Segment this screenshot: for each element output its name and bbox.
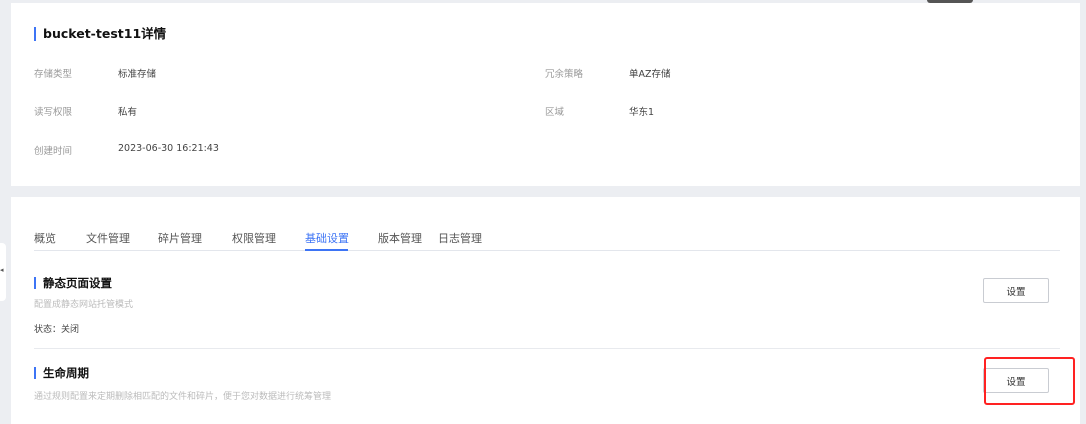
field-label-redundancy: 冗余策略 — [545, 69, 584, 80]
field-label-region: 区域 — [545, 107, 565, 118]
static-page-status: 状态：关闭 — [34, 325, 80, 335]
field-value-acl: 私有 — [118, 107, 138, 118]
static-page-desc: 配置成静态网站托管模式 — [34, 300, 134, 310]
bucket-settings-card: 概览 文件管理 碎片管理 权限管理 基础设置 版本管理 日志管理 静态页面设置 … — [11, 197, 1080, 424]
field-value-storage-type: 标准存储 — [118, 69, 157, 80]
collapse-arrow-icon: ◂ — [0, 266, 4, 274]
lifecycle-title: 生命周期 — [34, 367, 89, 379]
field-label-storage-type: 存储类型 — [34, 69, 73, 80]
tabs-divider — [34, 250, 1060, 251]
field-value-redundancy: 单AZ存储 — [629, 69, 671, 80]
highlight-box — [984, 357, 1075, 405]
bucket-detail-card: bucket-test11详情 存储类型 标准存储 冗余策略 单AZ存储 读写权… — [11, 3, 1080, 186]
tab-overview[interactable]: 概览 — [34, 230, 56, 246]
tab-permissions[interactable]: 权限管理 — [232, 230, 276, 246]
section-divider — [34, 348, 1060, 349]
static-page-settings-button[interactable]: 设置 — [983, 278, 1049, 303]
field-label-acl: 读写权限 — [34, 107, 73, 118]
static-page-title: 静态页面设置 — [34, 277, 112, 289]
tab-fragments[interactable]: 碎片管理 — [158, 230, 202, 246]
active-tab-indicator — [305, 249, 348, 251]
tab-basic-settings[interactable]: 基础设置 — [305, 230, 349, 246]
tab-files[interactable]: 文件管理 — [86, 230, 130, 246]
field-value-created: 2023-06-30 16:21:43 — [118, 143, 219, 154]
lifecycle-desc: 通过规则配置来定期删除相匹配的文件和碎片，便于您对数据进行统筹管理 — [34, 392, 332, 402]
tab-versions[interactable]: 版本管理 — [378, 230, 422, 246]
page-title: bucket-test11详情 — [34, 27, 166, 41]
field-value-region: 华东1 — [629, 107, 655, 118]
tab-logs[interactable]: 日志管理 — [438, 230, 482, 246]
sidebar-collapse-toggle[interactable]: ◂ — [0, 243, 6, 301]
field-label-created: 创建时间 — [34, 146, 73, 157]
